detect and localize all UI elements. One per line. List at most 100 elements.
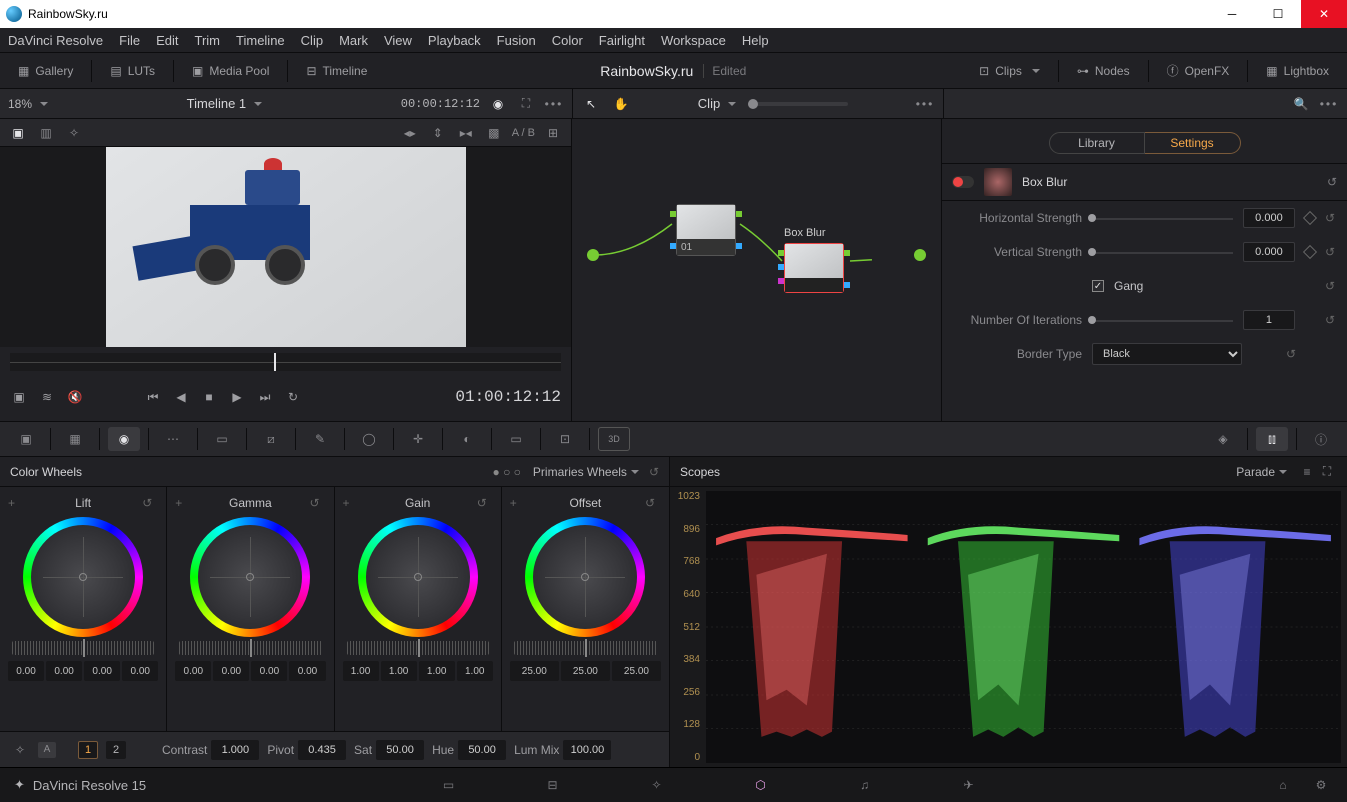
sizing-icon[interactable]: ⊡ xyxy=(549,427,581,451)
menu-app[interactable]: DaVinci Resolve xyxy=(8,33,103,48)
checker-icon[interactable]: ▩ xyxy=(484,123,504,143)
color-wheel[interactable] xyxy=(190,517,310,637)
timeline-button[interactable]: ⊟Timeline xyxy=(296,60,377,82)
play-reverse-button[interactable]: ◀ xyxy=(172,388,190,406)
play-button[interactable]: ▶ xyxy=(228,388,246,406)
wheel-value[interactable]: 0.00 xyxy=(46,661,82,681)
master-jog[interactable] xyxy=(347,641,489,655)
hue-value[interactable]: 50.00 xyxy=(458,740,506,760)
monitor-icon[interactable]: ▣ xyxy=(10,388,28,406)
master-jog[interactable] xyxy=(12,641,154,655)
page-edit-icon[interactable]: ⊟ xyxy=(541,773,565,797)
reset-icon[interactable]: ↺ xyxy=(1325,211,1335,225)
info-icon[interactable]: ⓘ xyxy=(1305,427,1337,451)
scope-expand-icon[interactable]: ⛶ xyxy=(1317,462,1337,482)
page-deliver-icon[interactable]: ✈ xyxy=(957,773,981,797)
motion-icon[interactable]: ▭ xyxy=(206,427,238,451)
menu-trim[interactable]: Trim xyxy=(195,33,221,48)
tab-library[interactable]: Library xyxy=(1049,132,1145,154)
color-wheel[interactable] xyxy=(23,517,143,637)
3d-icon[interactable]: 3D xyxy=(598,427,630,451)
pick-white-icon[interactable]: A xyxy=(38,742,56,758)
picker-icon[interactable]: + xyxy=(175,496,191,510)
curves-icon[interactable]: ⧄ xyxy=(255,427,287,451)
wheel-value[interactable]: 0.00 xyxy=(289,661,325,681)
nodes-button[interactable]: ⊶Nodes xyxy=(1067,60,1140,82)
menu-fusion[interactable]: Fusion xyxy=(497,33,536,48)
page-1-button[interactable]: 1 xyxy=(78,741,98,759)
menu-workspace[interactable]: Workspace xyxy=(661,33,726,48)
inspector-options-button[interactable]: ••• xyxy=(1319,94,1339,114)
next-node-icon[interactable]: ▸◂ xyxy=(456,123,476,143)
effect-toggle[interactable] xyxy=(952,176,974,188)
color-match-icon[interactable]: ▦ xyxy=(59,427,91,451)
scopes-icon[interactable]: ⫾⫾ xyxy=(1256,427,1288,451)
expand-icon[interactable]: ⛶ xyxy=(516,94,536,114)
tracker-icon[interactable]: ✛ xyxy=(402,427,434,451)
node-01[interactable]: 01 xyxy=(676,204,736,256)
settings-gear-icon[interactable]: ⚙ xyxy=(1309,773,1333,797)
node-boxblur[interactable] xyxy=(784,243,844,293)
node-output-icon[interactable] xyxy=(914,249,926,261)
menu-view[interactable]: View xyxy=(384,33,412,48)
color-wheel[interactable] xyxy=(358,517,478,637)
ab-label[interactable]: A / B xyxy=(512,127,535,139)
keyframe-icon[interactable] xyxy=(1303,211,1317,225)
menu-mark[interactable]: Mark xyxy=(339,33,368,48)
menu-fairlight[interactable]: Fairlight xyxy=(599,33,645,48)
lummix-value[interactable]: 100.00 xyxy=(563,740,611,760)
wheel-value[interactable]: 25.00 xyxy=(561,661,610,681)
vstr-value[interactable]: 0.000 xyxy=(1243,242,1295,262)
search-icon[interactable]: 🔍 xyxy=(1291,94,1311,114)
blur-icon[interactable]: ◐ xyxy=(451,427,483,451)
split-icon[interactable]: ▥ xyxy=(36,123,56,143)
mediapool-button[interactable]: ▣Media Pool xyxy=(182,60,279,82)
iter-slider[interactable] xyxy=(1092,313,1233,327)
render-cache-icon[interactable]: ◉ xyxy=(488,94,508,114)
color-wheels-icon[interactable]: ◉ xyxy=(108,427,140,451)
key-icon[interactable]: ▭ xyxy=(500,427,532,451)
menu-color[interactable]: Color xyxy=(552,33,583,48)
contrast-value[interactable]: 1.000 xyxy=(211,740,259,760)
picker-icon[interactable]: + xyxy=(8,496,24,510)
auto-balance-icon[interactable]: ✧ xyxy=(10,740,30,760)
reset-icon[interactable]: ↺ xyxy=(1325,313,1335,327)
reset-effect-icon[interactable]: ↺ xyxy=(1327,175,1337,189)
loop-button[interactable]: ↻ xyxy=(284,388,302,406)
grid-icon[interactable]: ⊞ xyxy=(543,123,563,143)
menu-file[interactable]: File xyxy=(119,33,140,48)
node-input-icon[interactable] xyxy=(587,249,599,261)
page-color-icon[interactable]: ⬡ xyxy=(749,773,773,797)
unmix-icon[interactable]: ⇕ xyxy=(428,123,448,143)
qualifier-icon[interactable]: ✎ xyxy=(304,427,336,451)
color-wheel[interactable] xyxy=(525,517,645,637)
viewer-options-button[interactable]: ••• xyxy=(544,94,564,114)
wand-icon[interactable]: ✧ xyxy=(64,123,84,143)
wheel-value[interactable]: 0.00 xyxy=(213,661,249,681)
window-icon[interactable]: ◯ xyxy=(353,427,385,451)
wheel-value[interactable]: 1.00 xyxy=(419,661,455,681)
scope-settings-icon[interactable]: ≡ xyxy=(1297,462,1317,482)
reset-icon[interactable]: ↺ xyxy=(142,496,158,510)
wheel-value[interactable]: 0.00 xyxy=(251,661,287,681)
menu-help[interactable]: Help xyxy=(742,33,769,48)
wheel-value[interactable]: 0.00 xyxy=(122,661,158,681)
wheel-value[interactable]: 1.00 xyxy=(381,661,417,681)
rgb-mixer-icon[interactable]: ⋯ xyxy=(157,427,189,451)
reset-all-icon[interactable]: ↺ xyxy=(649,465,659,479)
reset-icon[interactable]: ↺ xyxy=(1325,279,1335,293)
timeline-name[interactable]: Timeline 1 xyxy=(187,96,246,111)
luts-button[interactable]: ▤LUTs xyxy=(100,60,165,82)
viewer-scrubber[interactable] xyxy=(10,353,561,371)
keyframe-icon[interactable] xyxy=(1303,245,1317,259)
zoom-level[interactable]: 18% xyxy=(8,97,32,111)
clips-button[interactable]: ⊡Clips xyxy=(969,60,1050,82)
iter-value[interactable]: 1 xyxy=(1243,310,1295,330)
reset-icon[interactable]: ↺ xyxy=(1286,347,1296,361)
prev-node-icon[interactable]: ◂▸ xyxy=(400,123,420,143)
node-zoom-slider[interactable] xyxy=(748,102,848,106)
gallery-button[interactable]: ▦Gallery xyxy=(8,60,83,82)
window-close-button[interactable]: ✕ xyxy=(1301,0,1347,28)
wheel-value[interactable]: 1.00 xyxy=(457,661,493,681)
chevron-down-icon[interactable] xyxy=(36,97,48,111)
